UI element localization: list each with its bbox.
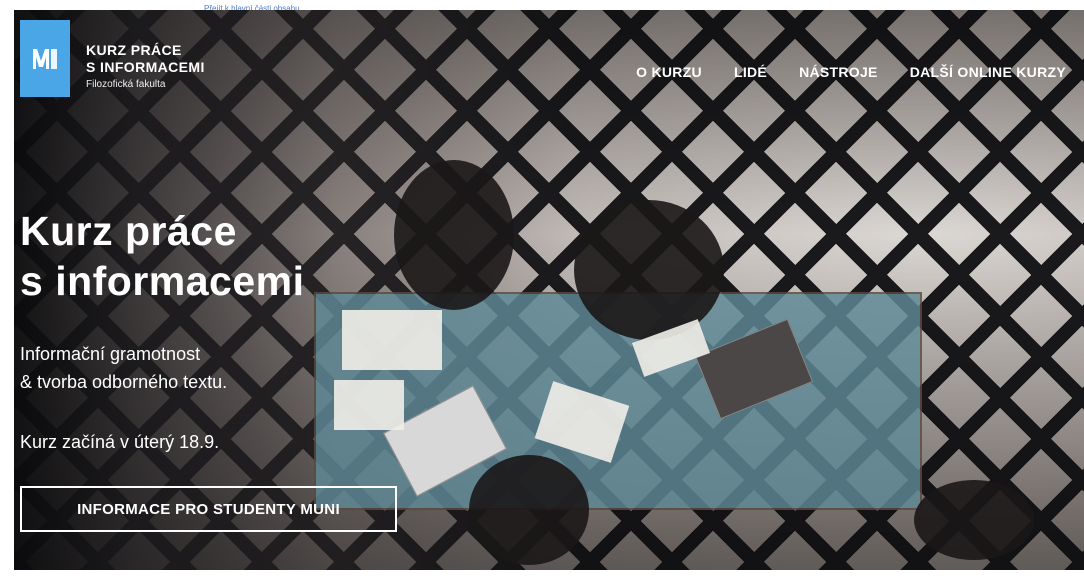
hero-subtitle-line2: & tvorba odborného textu. bbox=[20, 372, 228, 392]
site-logo[interactable] bbox=[20, 20, 70, 97]
nav-item-nastroje[interactable]: NÁSTROJE bbox=[799, 64, 878, 80]
course-start-text: Kurz začíná v úterý 18.9. bbox=[20, 432, 220, 452]
hero-photo-person bbox=[914, 480, 1034, 560]
hero-photo-paper bbox=[334, 380, 404, 430]
brand-title-line2: S INFORMACEMI bbox=[86, 59, 205, 75]
hero-title-line1: Kurz práce bbox=[20, 208, 237, 254]
hero-photo-person bbox=[574, 200, 724, 340]
hero-photo-person bbox=[394, 160, 514, 310]
brand-block[interactable]: KURZ PRÁCE S INFORMACEMI Filozofická fak… bbox=[86, 42, 205, 94]
main-nav: O KURZU LIDÉ NÁSTROJE DALŠÍ ONLINE KURZY bbox=[636, 64, 1066, 80]
nav-item-lide[interactable]: LIDÉ bbox=[734, 64, 767, 80]
hero-photo-paper bbox=[342, 310, 442, 370]
brand-subtitle: Filozofická fakulta bbox=[86, 79, 166, 90]
brand-title-line1: KURZ PRÁCE bbox=[86, 42, 182, 58]
nav-item-dalsi-online-kurzy[interactable]: DALŠÍ ONLINE KURZY bbox=[910, 64, 1066, 80]
students-info-button[interactable]: INFORMACE PRO STUDENTY MUNI bbox=[20, 486, 397, 532]
hero-photo-person bbox=[469, 455, 589, 565]
muni-logo-icon bbox=[33, 48, 57, 69]
hero-title-line2: s informacemi bbox=[20, 258, 305, 304]
hero-title: Kurz práce s informacemi bbox=[20, 206, 305, 306]
hero-subtitle: Informační gramotnost & tvorba odborného… bbox=[20, 340, 227, 396]
hero-subtitle-line1: Informační gramotnost bbox=[20, 344, 201, 364]
nav-item-o-kurzu[interactable]: O KURZU bbox=[636, 64, 702, 80]
